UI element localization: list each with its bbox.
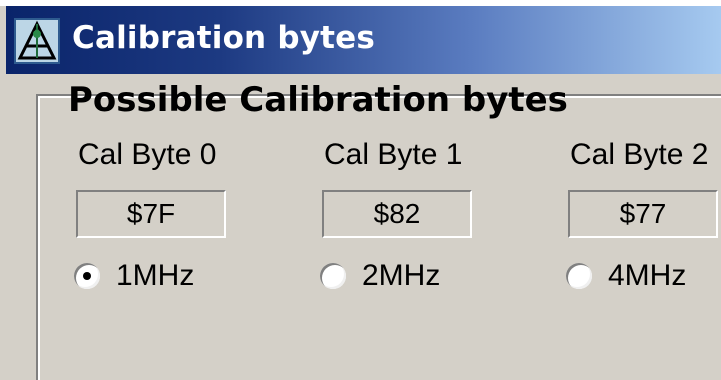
- radio-selected-dot: [83, 272, 91, 280]
- radio-button-1mhz[interactable]: [74, 263, 100, 289]
- cal-byte-0-column: Cal Byte 0 $7F 1MHz: [70, 138, 310, 378]
- window-title: Calibration bytes: [72, 20, 376, 56]
- radio-button-2mhz[interactable]: [320, 263, 346, 289]
- radio-button-4mhz[interactable]: [566, 263, 592, 289]
- cal-byte-1-column: Cal Byte 1 $82 2MHz: [316, 138, 556, 378]
- cal-byte-2-value: $77: [568, 190, 718, 238]
- cal-byte-1-value: $82: [322, 190, 472, 238]
- radio-4mhz-label: 4MHz: [608, 259, 687, 292]
- app-triangle-icon: [14, 18, 60, 64]
- radio-2mhz[interactable]: 2MHz: [320, 256, 440, 296]
- cal-byte-1-label: Cal Byte 1: [324, 138, 463, 171]
- group-title: Possible Calibration bytes: [68, 80, 568, 120]
- title-bar[interactable]: Calibration bytes: [6, 6, 721, 74]
- radio-2mhz-label: 2MHz: [362, 259, 441, 292]
- cal-byte-2-label: Cal Byte 2: [570, 138, 709, 171]
- cal-byte-0-label: Cal Byte 0: [78, 138, 217, 171]
- cal-byte-2-column: Cal Byte 2 $77 4MHz: [562, 138, 721, 378]
- calibration-window: Calibration bytes Possible Calibration b…: [0, 0, 721, 380]
- cal-byte-0-value: $7F: [76, 190, 226, 238]
- radio-1mhz[interactable]: 1MHz: [74, 256, 194, 296]
- radio-1mhz-label: 1MHz: [116, 259, 195, 292]
- radio-4mhz[interactable]: 4MHz: [566, 256, 686, 296]
